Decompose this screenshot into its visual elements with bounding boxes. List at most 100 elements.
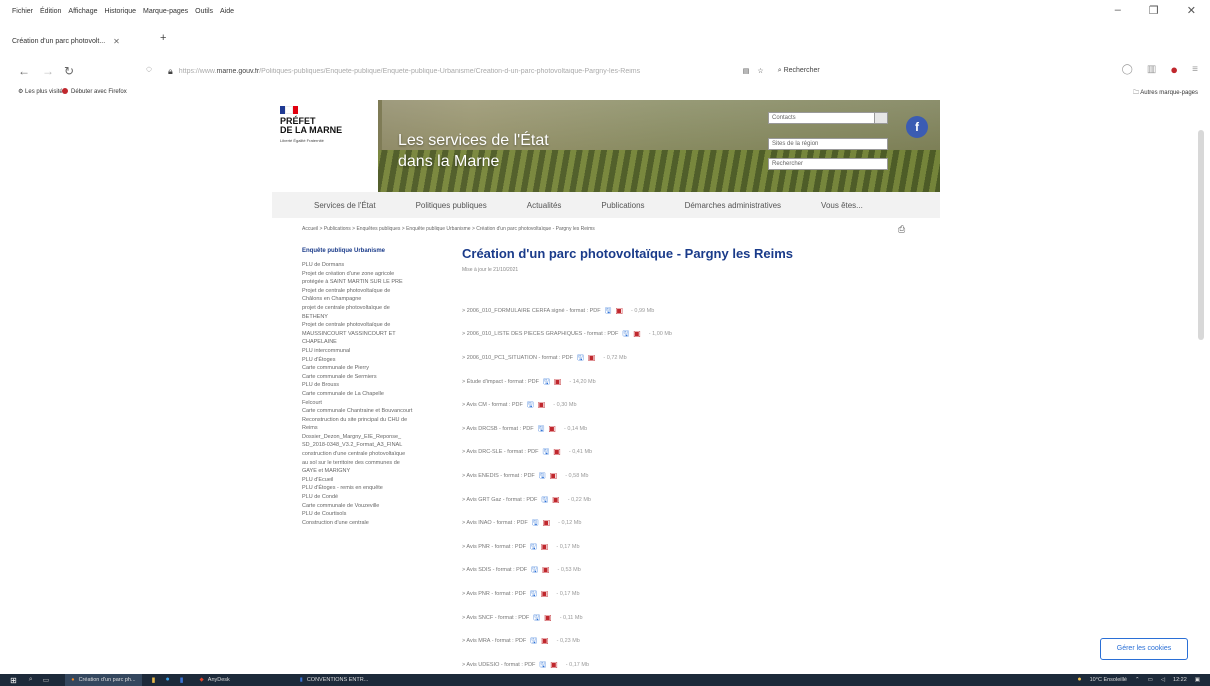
sidebar-link[interactable]: Projet de création d'une zone agricole: [302, 270, 456, 279]
pdf-icon[interactable]: ▣: [554, 377, 562, 386]
browser-tab-active[interactable]: Création d'un parc photovolt... ✕: [12, 32, 160, 50]
pdf-icon[interactable]: ▣: [543, 519, 551, 527]
menu-history[interactable]: Historique: [104, 8, 136, 15]
close-window-button[interactable]: ✕: [1187, 4, 1196, 17]
sidebar-link[interactable]: Construction d'une centrale: [302, 519, 456, 528]
sidebar-link[interactable]: Carte communale de La Chapelle: [302, 390, 456, 399]
bookmark-most-visited[interactable]: ⚙ Les plus visités: [18, 88, 66, 95]
save-icon[interactable]: 🖫︎: [539, 471, 546, 480]
document-link[interactable]: > Avis PNR - format : PDF: [462, 544, 526, 550]
bookmark-getting-started[interactable]: Débuter avec Firefox: [62, 88, 127, 95]
manage-cookies-button[interactable]: Gérer les cookies: [1100, 638, 1188, 660]
sidebar-link[interactable]: PLU d'Ecueil: [302, 476, 456, 485]
sidebar-link[interactable]: Dossier_Dezon_Margny_EIE_Reponse_: [302, 433, 456, 442]
menu-edit[interactable]: Édition: [40, 8, 61, 15]
sidebar-link[interactable]: Carte communale de Sermiers: [302, 373, 456, 382]
save-icon[interactable]: 🖫︎: [530, 637, 537, 645]
save-icon[interactable]: 🖫︎: [541, 495, 548, 504]
document-link[interactable]: > Avis SNCF - format : PDF: [462, 615, 529, 621]
save-icon[interactable]: 🖫︎: [532, 519, 539, 527]
document-link[interactable]: > Avis CM - format : PDF: [462, 402, 523, 408]
document-link[interactable]: > Avis GRT Gaz - format : PDF: [462, 497, 537, 503]
save-icon[interactable]: 🖫︎: [530, 589, 537, 598]
document-link[interactable]: > Étude d'impact - format : PDF: [462, 379, 539, 385]
edge-icon[interactable]: ●: [165, 676, 169, 684]
region-sites-select[interactable]: Sites de la région: [768, 138, 888, 150]
contacts-go-icon[interactable]: [874, 112, 888, 124]
save-icon[interactable]: 🖫︎: [539, 660, 546, 669]
sidebar-link[interactable]: PLU de Dormans: [302, 261, 456, 270]
nav-politiques[interactable]: Politiques publiques: [416, 201, 487, 210]
close-tab-icon[interactable]: ✕: [113, 37, 120, 46]
menu-bookmarks[interactable]: Marque-pages: [143, 8, 188, 15]
sidebar-link[interactable]: Reims: [302, 424, 456, 433]
word-icon[interactable]: ▮: [180, 676, 184, 684]
page-scrollbar[interactable]: [1196, 100, 1206, 660]
sidebar-link[interactable]: protégée à SAINT MARTIN SUR LE PRE: [302, 278, 456, 287]
sidebar-link[interactable]: Carte communale de Pierry: [302, 364, 456, 373]
document-link[interactable]: > Avis MRA - format : PDF: [462, 638, 526, 644]
menu-file[interactable]: Fichier: [12, 8, 33, 15]
save-icon[interactable]: 🖫︎: [538, 424, 545, 433]
pdf-icon[interactable]: ▣: [541, 637, 549, 645]
clock[interactable]: 12:22: [1173, 677, 1187, 683]
sidebar-link[interactable]: Châlons en Champagne: [302, 295, 456, 304]
scrollbar-thumb[interactable]: [1198, 130, 1204, 340]
library-icon[interactable]: ▥: [1147, 64, 1156, 75]
url-bar[interactable]: 🔒︎ https://www.marne.gouv.fr/Politiques-…: [168, 62, 868, 80]
save-icon[interactable]: 🖫︎: [527, 401, 534, 409]
sidebar-link[interactable]: construction d'une centrale photovoltaïq…: [302, 450, 456, 459]
document-link[interactable]: > 2006_010_FORMULAIRE CERFA signé - form…: [462, 308, 601, 314]
menu-help[interactable]: Aide: [220, 8, 234, 15]
document-link[interactable]: > Avis INAO - format : PDF: [462, 520, 528, 526]
pdf-icon[interactable]: ▣: [538, 401, 546, 409]
sidebar-link[interactable]: projet de centrale photovoltaïque de: [302, 304, 456, 313]
sidebar-link[interactable]: GAYE et MARIGNY: [302, 467, 456, 476]
sidebar-link[interactable]: Felcourt: [302, 399, 456, 408]
sidebar-title[interactable]: Enquête publique Urbanisme: [302, 248, 456, 254]
pdf-icon[interactable]: ▣: [544, 613, 552, 622]
sidebar-link[interactable]: Reconstruction du site principal du CHU …: [302, 416, 456, 425]
volume-icon[interactable]: ◁: [1161, 677, 1165, 683]
save-icon[interactable]: 🖫︎: [530, 542, 537, 551]
sidebar-link[interactable]: PLU d'Étoges - remis en enquête: [302, 484, 456, 493]
sidebar-link[interactable]: PLU d'Étoges: [302, 356, 456, 365]
document-link[interactable]: > Avis ENEDIS - format : PDF: [462, 473, 535, 479]
site-search-input[interactable]: Rechercher: [768, 158, 888, 170]
document-link[interactable]: > Avis DRCSB - format : PDF: [462, 426, 534, 432]
save-icon[interactable]: 🖫︎: [533, 613, 540, 622]
task-view-icon[interactable]: ▭: [43, 676, 50, 684]
sidebar-link[interactable]: PLU de Brouss: [302, 381, 456, 390]
sidebar-link[interactable]: au sol sur le territoire des communes de: [302, 459, 456, 468]
document-link[interactable]: > Avis UDESIO - format : PDF: [462, 662, 535, 668]
reader-view-icon[interactable]: ▤: [743, 67, 750, 75]
nav-demarches[interactable]: Démarches administratives: [685, 201, 781, 210]
save-icon[interactable]: 🖫︎: [542, 448, 549, 456]
sidebar-link[interactable]: PLU intercommunal: [302, 347, 456, 356]
pdf-icon[interactable]: ▣: [552, 495, 560, 504]
nav-publications[interactable]: Publications: [601, 201, 644, 210]
sidebar-link[interactable]: MAUSSINCOURT VASSINCOURT ET: [302, 330, 456, 339]
save-icon[interactable]: 🖫︎: [577, 353, 584, 362]
document-link[interactable]: > 2006_010_PC1_SITUATION - format : PDF: [462, 355, 573, 361]
taskbar-anydesk[interactable]: ◆ AnyDesk: [200, 677, 230, 683]
menu-view[interactable]: Affichage: [68, 8, 97, 15]
sidebar-link[interactable]: SD_2018-0348_V3.2_Format_A3_FINAL: [302, 441, 456, 450]
facebook-icon[interactable]: f: [906, 116, 928, 138]
sidebar-link[interactable]: CHAPELAINE: [302, 338, 456, 347]
nav-actualites[interactable]: Actualités: [527, 201, 562, 210]
document-link[interactable]: > Avis SDIS - format : PDF: [462, 567, 527, 573]
save-icon[interactable]: 🖫︎: [605, 306, 612, 315]
extension-icon[interactable]: ●: [1170, 62, 1178, 77]
star-bookmark-icon[interactable]: ☆: [757, 67, 763, 75]
shield-icon[interactable]: ◌: [146, 64, 152, 75]
pdf-icon[interactable]: ▣: [541, 589, 549, 598]
document-link[interactable]: > Avis DRC-SLE - format : PDF: [462, 449, 538, 455]
taskbar-document[interactable]: ▮ CONVENTIONS ENTR...: [300, 677, 368, 683]
windows-start-icon[interactable]: ⊞: [10, 676, 17, 685]
pdf-icon[interactable]: ▣: [548, 424, 556, 433]
notifications-icon[interactable]: ▣: [1195, 677, 1200, 683]
pdf-icon[interactable]: ▣: [541, 542, 549, 551]
minimize-button[interactable]: –: [1115, 4, 1121, 17]
sidebar-link[interactable]: PLU de Condé: [302, 493, 456, 502]
